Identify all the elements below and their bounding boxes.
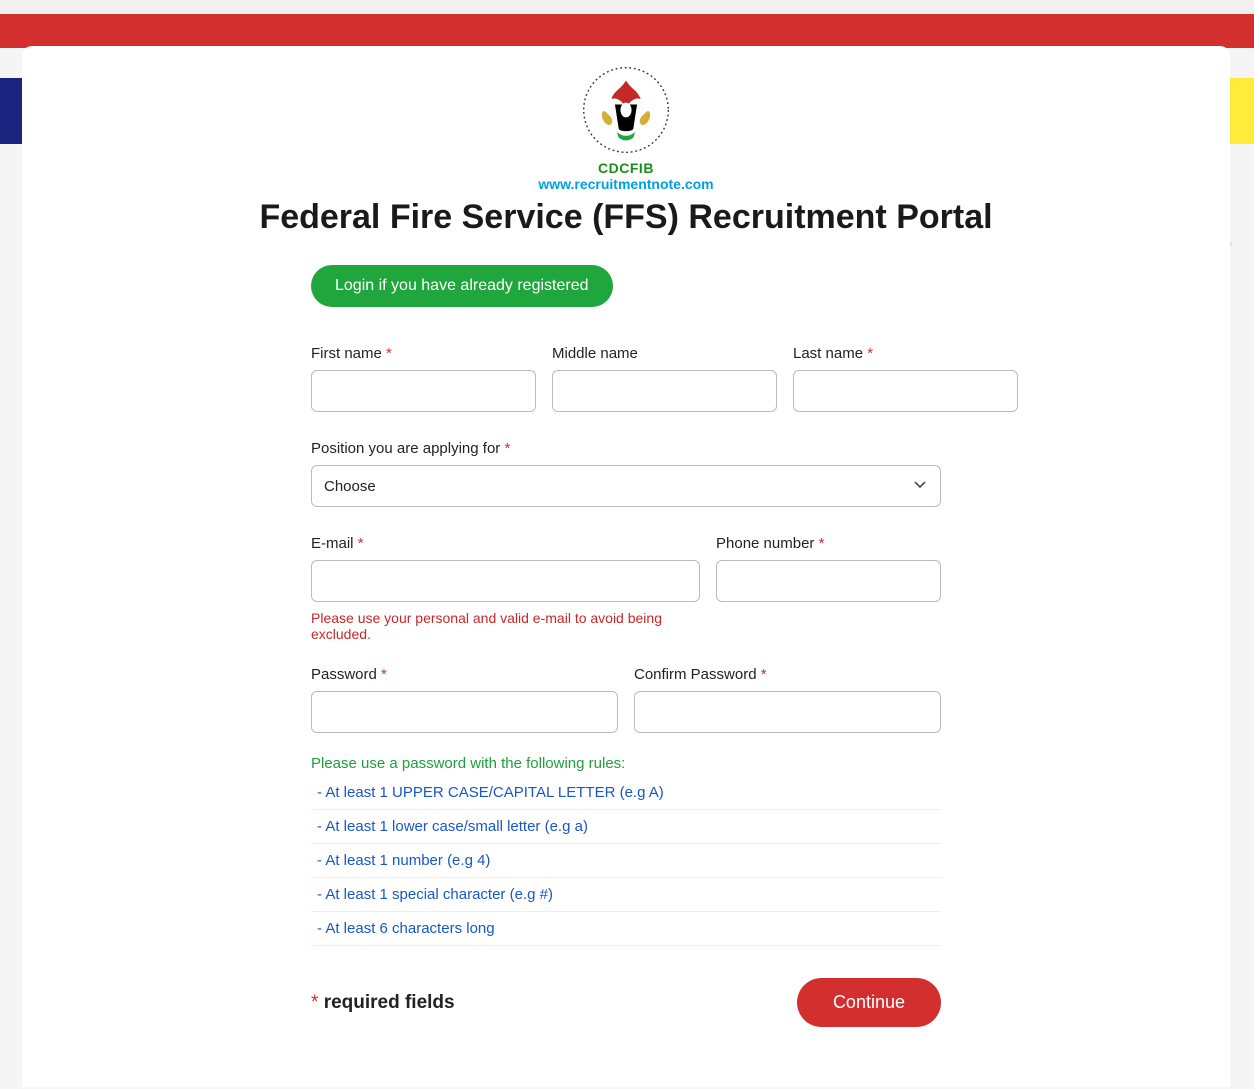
- required-fields-note: * required fields: [311, 992, 455, 1014]
- red-header-strip: [0, 14, 1254, 48]
- first-name-input[interactable]: [311, 370, 536, 412]
- password-rule: - At least 1 number (e.g 4): [311, 844, 941, 878]
- confirm-password-input[interactable]: [634, 691, 941, 733]
- password-rule: - At least 1 special character (e.g #): [311, 878, 941, 912]
- phone-label: Phone number *: [716, 535, 941, 552]
- phone-input[interactable]: [716, 560, 941, 602]
- password-rule: - At least 6 characters long: [311, 912, 941, 946]
- password-rule: - At least 1 UPPER CASE/CAPITAL LETTER (…: [311, 776, 941, 810]
- email-warning: Please use your personal and valid e-mai…: [311, 610, 700, 642]
- bg-accent-right: [1230, 78, 1254, 144]
- last-name-input[interactable]: [793, 370, 1018, 412]
- cdcfib-text: CDCFIB: [62, 160, 1190, 176]
- continue-button[interactable]: Continue: [797, 978, 941, 1027]
- middle-name-label: Middle name: [552, 345, 777, 362]
- position-selected-value: Choose: [324, 478, 376, 495]
- password-label: Password *: [311, 666, 618, 683]
- confirm-password-label: Confirm Password *: [634, 666, 941, 683]
- last-name-label: Last name *: [793, 345, 1018, 362]
- password-rules-intro: Please use a password with the following…: [311, 755, 941, 772]
- page-title: Federal Fire Service (FFS) Recruitment P…: [62, 198, 1190, 237]
- position-label: Position you are applying for *: [311, 440, 941, 457]
- password-input[interactable]: [311, 691, 618, 733]
- login-button[interactable]: Login if you have already registered: [311, 265, 613, 307]
- site-url: www.recruitmentnote.com: [62, 176, 1190, 192]
- browser-address-bar: [0, 0, 1254, 14]
- cdcfib-logo: [580, 64, 672, 156]
- password-rules-list: - At least 1 UPPER CASE/CAPITAL LETTER (…: [311, 776, 941, 946]
- first-name-label: First name *: [311, 345, 536, 362]
- bg-accent-left: [0, 78, 24, 144]
- chevron-down-icon: [912, 476, 928, 496]
- position-select[interactable]: Choose: [311, 465, 941, 507]
- password-rule: - At least 1 lower case/small letter (e.…: [311, 810, 941, 844]
- middle-name-input[interactable]: [552, 370, 777, 412]
- email-label: E-mail *: [311, 535, 700, 552]
- email-input[interactable]: [311, 560, 700, 602]
- main-card: CDCFIB www.recruitmentnote.com Federal F…: [22, 46, 1230, 1087]
